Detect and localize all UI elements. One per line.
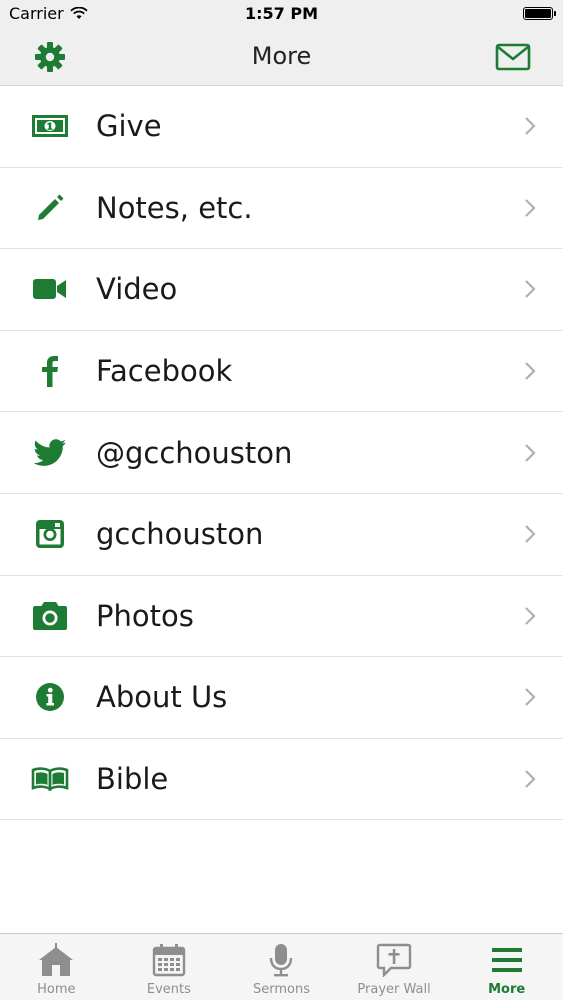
calendar-icon [149, 942, 189, 978]
menu-item-label: gcchouston [96, 517, 264, 552]
tab-home[interactable]: Home [0, 934, 113, 1000]
message-button[interactable] [495, 39, 531, 75]
chevron-right-icon [525, 199, 536, 217]
more-menu-list: Give Notes, etc. Video Facebook @gcchous… [0, 86, 563, 821]
tab-label: Home [37, 982, 76, 997]
chevron-right-icon [525, 280, 536, 299]
home-icon [36, 942, 76, 978]
menu-item-label: Video [96, 272, 178, 307]
menu-item-instagram[interactable]: gcchouston [0, 494, 563, 576]
tab-prayer-wall[interactable]: Prayer Wall [338, 934, 451, 1000]
app-screen: Carrier 1:57 PM More Give Notes, etc. Vi… [0, 0, 563, 1000]
tab-sermons[interactable]: Sermons [225, 934, 338, 1000]
prayer-wall-icon [374, 942, 414, 978]
video-camera-icon [30, 269, 70, 309]
menu-item-give[interactable]: Give [0, 86, 563, 168]
battery-icon [523, 7, 556, 20]
chevron-right-icon [525, 443, 536, 462]
book-icon [30, 759, 70, 799]
chevron-right-icon [525, 770, 536, 788]
tab-label: More [488, 982, 526, 997]
chevron-right-icon [525, 607, 536, 625]
menu-icon [487, 942, 527, 978]
menu-item-label: Bible [96, 762, 169, 797]
microphone-icon [261, 942, 301, 978]
tab-events[interactable]: Events [113, 934, 226, 1000]
chevron-right-icon [525, 117, 536, 136]
instagram-icon [30, 514, 70, 554]
navigation-bar: More [0, 28, 563, 86]
page-title: More [251, 42, 312, 70]
facebook-icon [30, 351, 70, 391]
menu-item-label: Notes, etc. [96, 190, 253, 225]
chevron-right-icon [525, 362, 536, 380]
menu-item-bible[interactable]: Bible [0, 739, 563, 821]
chevron-right-icon [525, 525, 536, 544]
status-bar: Carrier 1:57 PM [0, 0, 563, 28]
twitter-icon [30, 433, 70, 473]
menu-item-label: About Us [96, 680, 228, 715]
menu-item-facebook[interactable]: Facebook [0, 331, 563, 413]
tab-bar: Home Events Sermons Prayer Wall More [0, 933, 563, 1000]
pencil-icon [30, 188, 70, 228]
info-icon [30, 677, 70, 717]
tab-label: Events [146, 982, 191, 997]
menu-item-label: Facebook [96, 354, 233, 389]
battery-level [525, 9, 551, 18]
tab-label: Prayer Wall [357, 982, 431, 997]
tab-more[interactable]: More [450, 934, 563, 1000]
menu-item-twitter[interactable]: @gcchouston [0, 412, 563, 494]
menu-item-about-us[interactable]: About Us [0, 657, 563, 739]
camera-icon [30, 596, 70, 636]
tab-label: Sermons [252, 982, 310, 997]
menu-item-label: Photos [96, 598, 194, 633]
menu-item-label: @gcchouston [96, 435, 293, 470]
chevron-right-icon [525, 688, 536, 707]
envelope-icon [495, 43, 531, 71]
menu-item-label: Give [96, 109, 162, 144]
menu-item-video[interactable]: Video [0, 249, 563, 331]
menu-item-photos[interactable]: Photos [0, 576, 563, 658]
status-time: 1:57 PM [244, 4, 318, 23]
money-icon [30, 106, 70, 146]
menu-item-notes[interactable]: Notes, etc. [0, 168, 563, 250]
